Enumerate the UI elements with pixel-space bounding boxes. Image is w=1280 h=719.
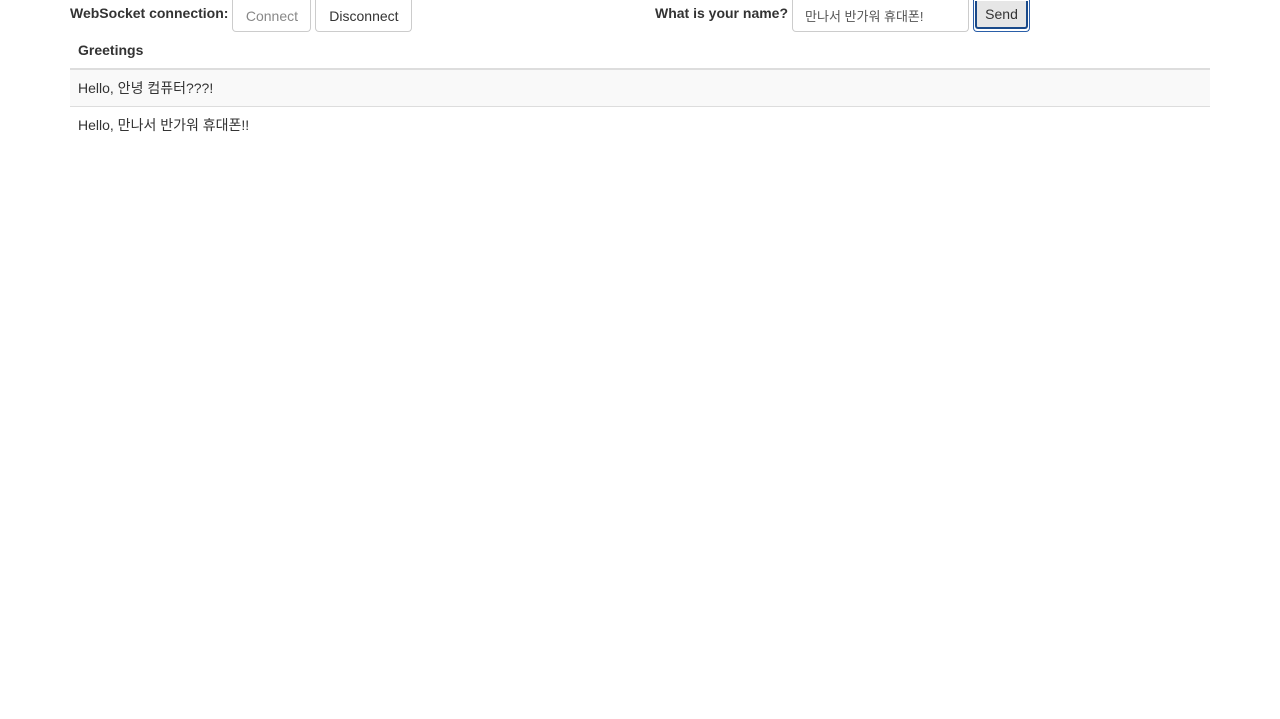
name-input[interactable] [792, 0, 970, 32]
name-form: What is your name? Send [655, 0, 1031, 32]
connection-form: WebSocket connection: Connect Disconnect [70, 0, 416, 32]
greetings-table: Greetings Hello, 안녕 컴퓨터???! Hello, 만나서 반… [70, 32, 1210, 143]
greeting-cell: Hello, 만나서 반가워 휴대폰!! [70, 106, 1210, 143]
greetings-header: Greetings [70, 32, 1210, 70]
table-row: Hello, 안녕 컴퓨터???! [70, 68, 1210, 107]
disconnect-button[interactable]: Disconnect [315, 0, 413, 32]
name-label: What is your name? [655, 5, 789, 21]
send-button-label: Send [975, 0, 1029, 29]
connect-button[interactable]: Connect [232, 0, 312, 32]
table-row: Hello, 만나서 반가워 휴대폰!! [70, 106, 1210, 143]
greetings-header-row: Greetings [70, 32, 1210, 70]
main-container: WebSocket connection: Connect Disconnect… [70, 0, 1210, 143]
websocket-connection-label: WebSocket connection: [70, 5, 229, 21]
controls-row: WebSocket connection: Connect Disconnect… [70, 0, 1210, 32]
greetings-body: Hello, 안녕 컴퓨터???! Hello, 만나서 반가워 휴대폰!! [70, 68, 1210, 143]
greeting-cell: Hello, 안녕 컴퓨터???! [70, 68, 1210, 107]
send-button[interactable]: Send [973, 0, 1031, 32]
